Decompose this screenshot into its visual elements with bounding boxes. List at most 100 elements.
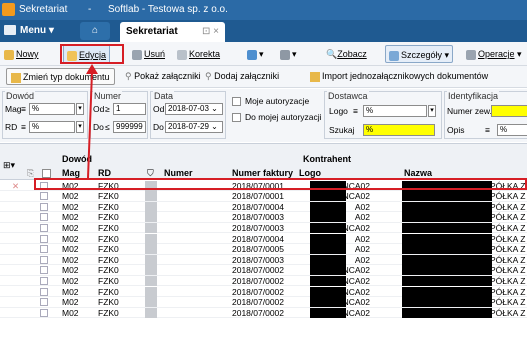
export-dropdown[interactable]: ▾: [247, 45, 264, 63]
logo-dropdown[interactable]: ▾: [428, 105, 436, 117]
szukaj-input[interactable]: %: [363, 124, 435, 136]
select-all-checkbox[interactable]: [42, 169, 51, 178]
table-row[interactable]: M02 FZK0 2018/07/0003 NCA02 PÓŁKA Z OGR: [0, 222, 527, 234]
column-chooser-icon[interactable]: ⊞▾: [3, 160, 15, 171]
do-mojej-autoryzacji-checkbox[interactable]: [232, 113, 241, 122]
cell-logo: A02: [354, 201, 370, 212]
nazwa-redaction: [402, 233, 492, 244]
row-checkbox[interactable]: [40, 298, 48, 307]
logo-redaction: [310, 265, 346, 276]
column-numer-faktury[interactable]: Numer faktury: [232, 168, 293, 178]
print-dropdown[interactable]: ▾: [280, 45, 297, 63]
group-dowod-header: Dowód: [62, 154, 92, 164]
table-row[interactable]: M02 FZK0 2018/07/0004 A02 PÓŁKA Z OGR: [0, 233, 527, 245]
cell-numer-faktury: 2018/07/0003: [232, 222, 284, 233]
table-row[interactable]: M02 FZK0 2018/07/0002 NCA02 PÓŁKA Z OGR: [0, 265, 527, 276]
row-checkbox[interactable]: [40, 213, 48, 222]
table-row[interactable]: M02 FZK0 2018/07/0005 A02 PÓŁKA Z OGR: [0, 244, 527, 255]
numer-od-input[interactable]: 1: [113, 103, 146, 115]
logo-redaction: [310, 191, 346, 202]
table-row[interactable]: M02 FZK0 2018/07/0003 A02 PÓŁKA Z OGR: [0, 254, 527, 266]
mag-dropdown[interactable]: ▾: [76, 103, 84, 115]
cell-nazwa: PÓŁKA Z OGR: [490, 275, 527, 286]
numer-do-input[interactable]: 999999: [113, 121, 146, 133]
zobacz-button[interactable]: 🔍Zobacz: [326, 45, 367, 63]
row-checkbox[interactable]: [40, 192, 48, 201]
column-rd[interactable]: RD: [98, 168, 111, 178]
logo-redaction: [310, 201, 346, 212]
rd-input[interactable]: %: [29, 121, 75, 133]
row-checkbox[interactable]: [40, 287, 48, 296]
details-icon: [389, 50, 399, 61]
row-checkbox[interactable]: [40, 245, 48, 254]
cell-rd: FZK0: [98, 275, 119, 286]
cell-mag: M02: [62, 265, 79, 276]
cell-mag: M02: [62, 307, 79, 318]
numer-zew-input[interactable]: [491, 105, 527, 117]
import-icon: [310, 71, 320, 82]
table-row[interactable]: M02 FZK0 2018/07/0002 NCA02 PÓŁKA Z OGR: [0, 297, 527, 308]
moje-autoryzacje-checkbox[interactable]: [232, 97, 241, 106]
import-button[interactable]: Import jednozałącznikowych dokumentów: [310, 68, 488, 85]
nazwa-redaction: [402, 286, 492, 297]
logo-redaction: [310, 222, 346, 233]
group-kontrahent-header: Kontrahent: [303, 154, 351, 164]
row-checkbox[interactable]: [40, 266, 48, 275]
row-checkbox[interactable]: [40, 234, 48, 243]
opis-input[interactable]: %: [497, 124, 527, 136]
table-row[interactable]: M02 FZK0 2018/07/0002 NCA02 PÓŁKA Z OGR: [0, 275, 527, 287]
data-do-input[interactable]: 2018-07-29 ⌄: [165, 121, 223, 133]
menu-label: Menu: [20, 25, 47, 36]
mag-input[interactable]: %: [29, 103, 75, 115]
cell-nazwa: PÓŁKA Z OGR: [490, 222, 527, 233]
tab-label: Sekretariat: [126, 26, 178, 37]
cell-rd: FZK0: [98, 297, 119, 308]
column-mag[interactable]: Mag: [62, 168, 80, 178]
korekta-label: Korekta: [189, 49, 221, 59]
cell-mag: M02: [62, 297, 79, 308]
tab-close-icon[interactable]: ⊡ ×: [202, 22, 219, 42]
szczegoly-button[interactable]: Szczegóły ▾: [385, 45, 454, 63]
od-label: Od: [93, 104, 105, 114]
table-row[interactable]: M02 FZK0 2018/07/0001 NCA02 PÓŁKA Z OGR: [0, 191, 527, 202]
column-numer[interactable]: Numer: [164, 168, 193, 178]
row-checkbox[interactable]: [40, 308, 48, 317]
table-row[interactable]: M02 FZK0 2018/07/0002 NCA02 PÓŁKA Z OGR: [0, 286, 527, 298]
home-button[interactable]: ⌂: [80, 22, 110, 40]
pencil-icon: [177, 49, 187, 60]
row-checkbox[interactable]: [40, 255, 48, 264]
table-row[interactable]: M02 FZK0 2018/07/0002 NCA02 PÓŁKA Z OGR: [0, 307, 527, 319]
row-checkbox[interactable]: [40, 276, 48, 285]
column-logo[interactable]: Logo: [299, 168, 321, 178]
logo-input[interactable]: %: [363, 105, 427, 117]
zmien-typ-button[interactable]: Zmień typ dokumentu: [6, 68, 115, 85]
nowy-button[interactable]: Nowy: [4, 45, 39, 63]
export-icon: [247, 49, 257, 60]
cell-numer-faktury: 2018/07/0005: [232, 244, 284, 255]
tab-sekretariat[interactable]: Sekretariat ⊡ ×: [120, 22, 225, 42]
cell-logo: NCA02: [342, 222, 370, 233]
logo-redaction: [310, 275, 346, 286]
dodaj-zalaczniki-button[interactable]: ⚲ Dodaj załączniki: [205, 68, 279, 85]
table-row[interactable]: M02 FZK0 2018/07/0003 A02 PÓŁKA Z OGR: [0, 212, 527, 223]
korekta-button[interactable]: Korekta: [177, 45, 220, 63]
row-checkbox[interactable]: [40, 223, 48, 232]
cell-nazwa: PÓŁKA Z OGR: [490, 201, 527, 212]
nazwa-redaction: [402, 244, 492, 255]
table-row[interactable]: M02 FZK0 2018/07/0004 A02 PÓŁKA Z OGR: [0, 201, 527, 213]
nowy-label: Nowy: [16, 49, 39, 59]
operacje-button[interactable]: Operacje ▾: [466, 45, 522, 63]
numer-group: Numer Od ≥ 1 Do ≤ 999999: [90, 91, 148, 139]
data-od-input[interactable]: 2018-07-03 ⌄: [165, 103, 223, 115]
rd-dropdown[interactable]: ▾: [76, 121, 84, 133]
cell-logo: NCA02: [342, 265, 370, 276]
menu-button[interactable]: Menu ▾: [4, 22, 66, 40]
cell-numer-redacted: [145, 254, 157, 265]
pokaz-zalaczniki-button[interactable]: ⚲ Pokaż załączniki: [125, 68, 201, 85]
menu-icon: [4, 25, 16, 36]
logo-redaction: [310, 286, 346, 297]
company-name: Softlab - Testowa sp. z o.o.: [108, 4, 228, 15]
column-nazwa[interactable]: Nazwa: [404, 168, 432, 178]
usun-button[interactable]: Usuń: [132, 45, 165, 63]
row-checkbox[interactable]: [40, 202, 48, 211]
